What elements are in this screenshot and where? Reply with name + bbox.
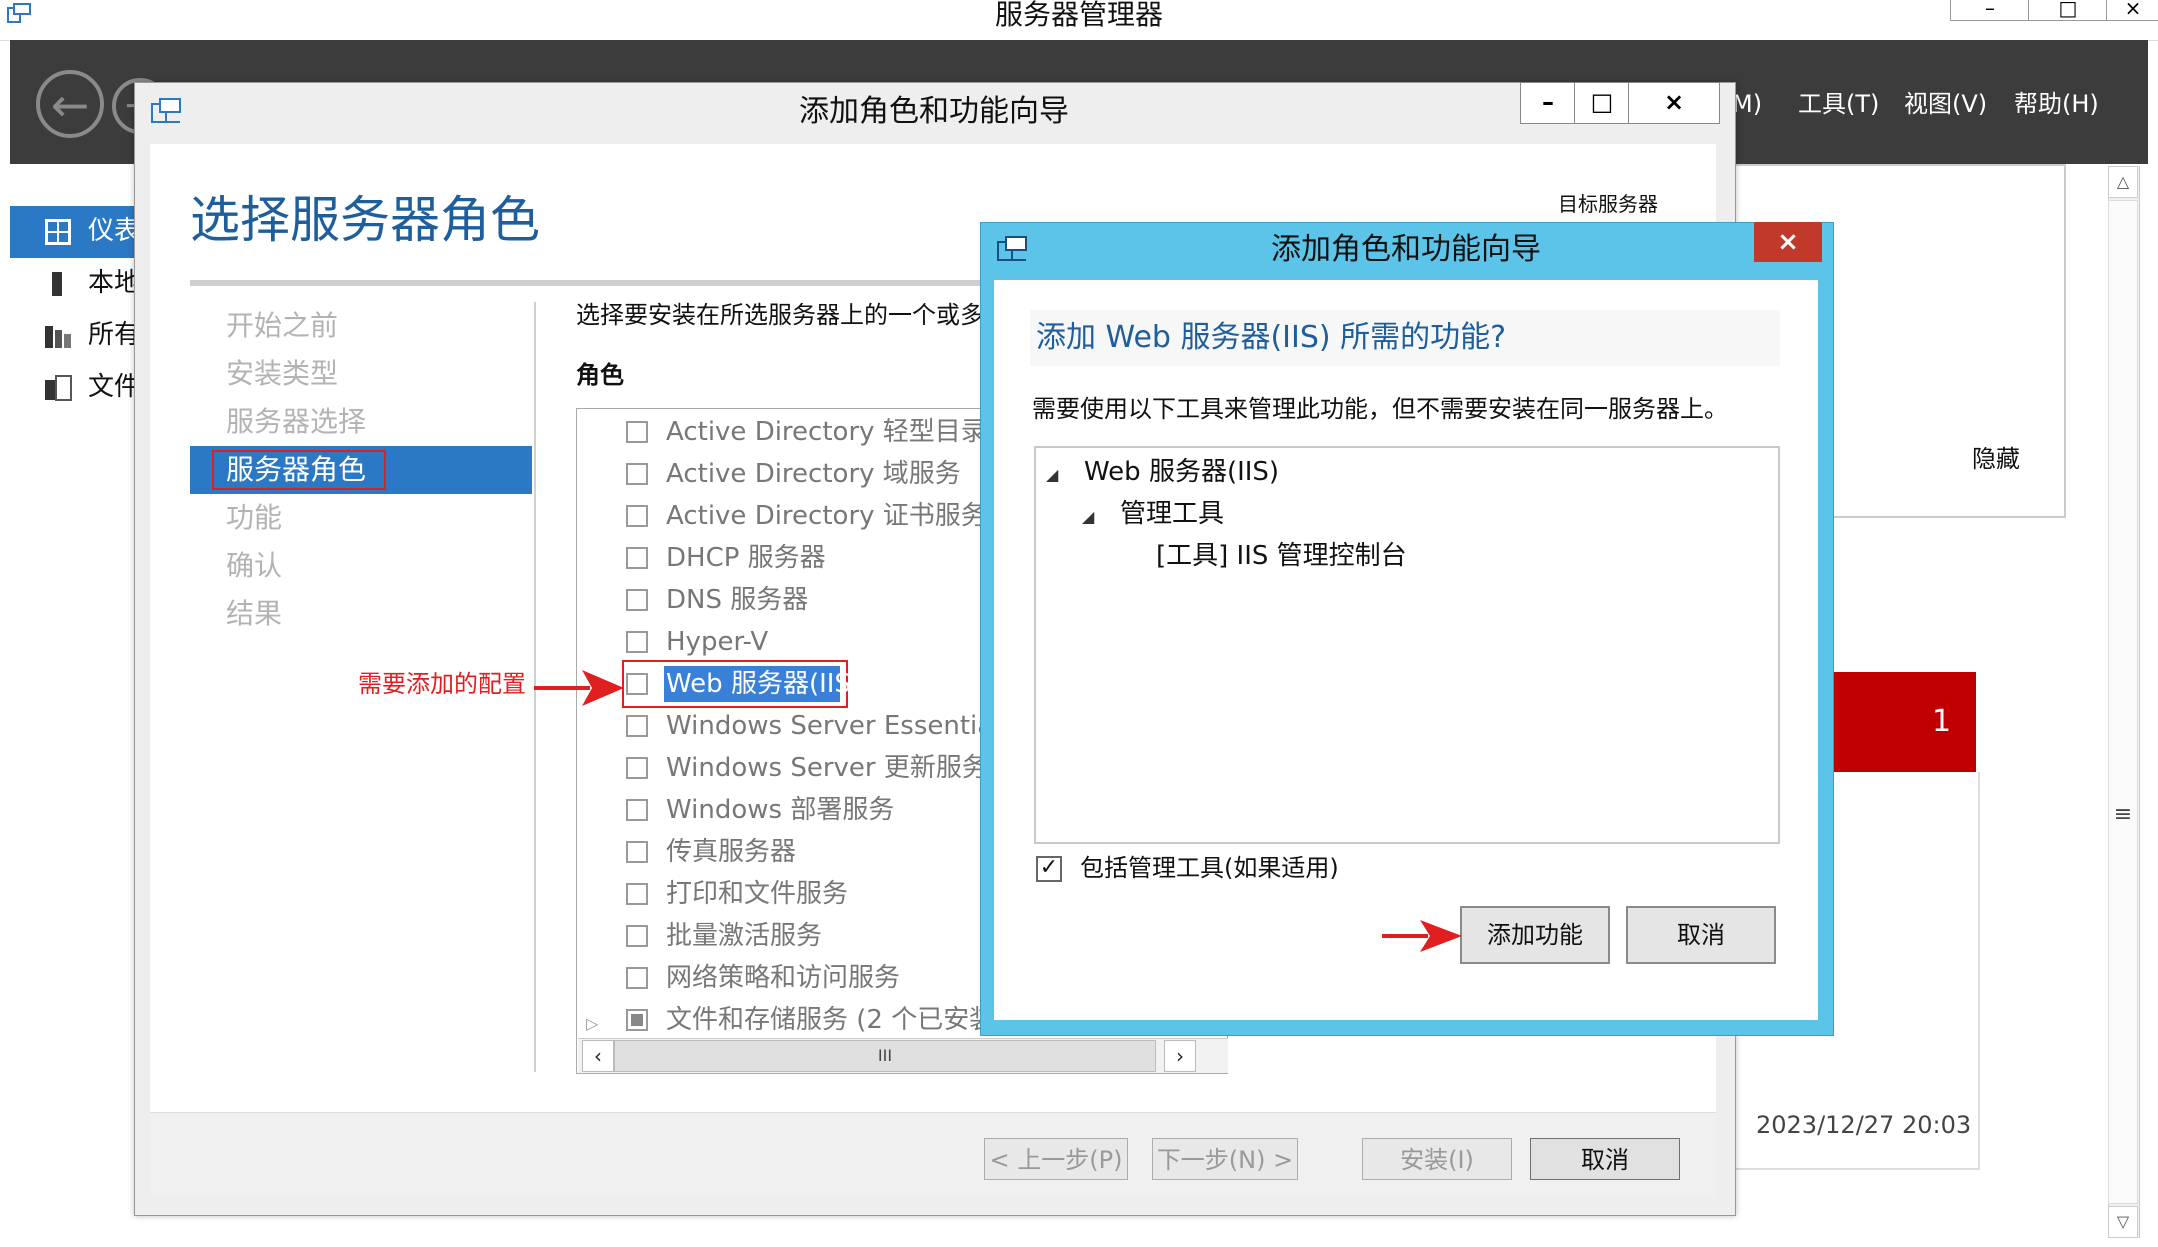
menu-tools[interactable]: 工具(T) xyxy=(1798,90,1879,118)
sidebar-item-dashboard[interactable]: 仪表 xyxy=(88,216,140,246)
role-list-item[interactable]: 批量激活服务 xyxy=(666,916,822,956)
all-servers-icon xyxy=(44,322,72,350)
tree-item-management-tools[interactable]: 管理工具 xyxy=(1120,494,1224,534)
step-confirmation[interactable]: 确认 xyxy=(226,546,282,586)
horizontal-scroll-thumb[interactable]: III xyxy=(614,1040,1156,1072)
role-list-item[interactable]: Hyper-V xyxy=(666,622,768,662)
role-checkbox[interactable] xyxy=(626,631,648,653)
role-checkbox[interactable] xyxy=(626,421,648,443)
scroll-up-arrow-icon[interactable]: △ xyxy=(2108,166,2138,198)
wizard-title: 添加角色和功能向导 xyxy=(799,94,1069,129)
dialog-heading: 添加 Web 服务器(IIS) 所需的功能? xyxy=(1036,320,1507,355)
wizard-maximize-button[interactable]: □ xyxy=(1574,82,1630,124)
role-list-item[interactable]: Windows Server Essentials 体 xyxy=(666,706,986,746)
wizard-close-button[interactable]: × xyxy=(1628,82,1720,124)
step-server-selection[interactable]: 服务器选择 xyxy=(226,402,366,442)
role-checkbox[interactable] xyxy=(626,715,648,737)
tree-expand-icon[interactable]: ◢ xyxy=(1046,452,1058,495)
role-checkbox[interactable] xyxy=(626,757,648,779)
dashboard-icon xyxy=(44,218,72,246)
role-list-item[interactable]: DHCP 服务器 xyxy=(666,538,826,578)
role-checkbox[interactable] xyxy=(626,505,648,527)
scroll-down-arrow-icon[interactable]: ▽ xyxy=(2108,1206,2138,1238)
file-services-icon xyxy=(44,374,72,402)
back-arrow-icon[interactable]: ← xyxy=(36,70,104,138)
tree-expand-icon[interactable]: ◢ xyxy=(1082,494,1094,537)
role-checkbox[interactable] xyxy=(626,547,648,569)
dialog-close-button[interactable]: × xyxy=(1754,222,1822,262)
menu-help[interactable]: 帮助(H) xyxy=(2014,90,2099,118)
scroll-thumb[interactable] xyxy=(2108,200,2138,1204)
alert-count-badge: 1 xyxy=(1932,704,1952,739)
wizard-minimize-button[interactable]: – xyxy=(1520,82,1576,124)
sidebar-item-local-server[interactable]: 本地 xyxy=(88,268,140,298)
role-list-item[interactable]: Active Directory 证书服务 xyxy=(666,496,986,536)
role-list-item[interactable]: Active Directory 域服务 xyxy=(666,454,961,494)
role-list-item[interactable]: Windows Server 更新服务 xyxy=(666,748,986,788)
role-checkbox[interactable] xyxy=(626,925,648,947)
scroll-left-arrow-icon[interactable]: ‹ xyxy=(582,1040,614,1072)
next-button[interactable]: 下一步(N) > xyxy=(1152,1138,1298,1180)
card-timestamp: 2023/12/27 20:03 xyxy=(1756,1111,1972,1139)
scroll-right-arrow-icon[interactable]: › xyxy=(1164,1040,1196,1072)
role-checkbox[interactable] xyxy=(626,589,648,611)
sidebar-item-file-services[interactable]: 文件 xyxy=(88,372,140,402)
dialog-title: 添加角色和功能向导 xyxy=(1271,232,1541,267)
install-button[interactable]: 安装(I) xyxy=(1362,1138,1512,1180)
step-installation-type[interactable]: 安装类型 xyxy=(226,354,338,394)
step-server-roles[interactable]: 服务器角色 xyxy=(226,450,366,490)
dialog-description: 需要使用以下工具来管理此功能，但不需要安装在同一服务器上。 xyxy=(1032,395,1728,423)
step-results[interactable]: 结果 xyxy=(226,594,282,634)
role-list-item[interactable]: Active Directory 轻型目录服务 xyxy=(666,412,986,452)
add-button-arrow-icon xyxy=(1378,916,1464,956)
destination-server-label: 目标服务器 xyxy=(1558,192,1658,216)
tree-item-iis-console[interactable]: [工具] IIS 管理控制台 xyxy=(1156,536,1407,576)
menu-view[interactable]: 视图(V) xyxy=(1904,90,1987,118)
sidebar-item-all-servers[interactable]: 所有 xyxy=(88,320,140,350)
add-features-button[interactable]: 添加功能 xyxy=(1460,906,1610,964)
role-checkbox[interactable] xyxy=(626,463,648,485)
role-list-item[interactable]: 传真服务器 xyxy=(666,832,796,872)
scroll-grip-icon: ≡ xyxy=(2113,802,2133,827)
role-list-item[interactable]: 网络策略和访问服务 xyxy=(666,958,900,998)
hide-link[interactable]: 隐藏 xyxy=(1972,444,2020,474)
wizard-cancel-button[interactable]: 取消 xyxy=(1530,1138,1680,1180)
annotation-note: 需要添加的配置 xyxy=(358,670,526,698)
role-checkbox[interactable] xyxy=(626,673,648,695)
sm-close-button[interactable]: × xyxy=(2106,0,2158,21)
include-tools-label: 包括管理工具(如果适用) xyxy=(1080,854,1339,882)
role-checkbox[interactable] xyxy=(626,841,648,863)
role-list-item[interactable]: Windows 部署服务 xyxy=(666,790,894,830)
role-list-item[interactable]: Web 服务器(IIS) xyxy=(666,664,861,704)
menu-manage-partial[interactable]: M) xyxy=(1732,90,1762,118)
step-features[interactable]: 功能 xyxy=(226,498,282,538)
role-checkbox[interactable] xyxy=(626,883,648,905)
local-server-icon xyxy=(44,270,72,298)
server-manager-title: 服务器管理器 xyxy=(994,0,1163,31)
sm-minimize-button[interactable]: – xyxy=(1950,0,2030,21)
step-before-you-begin[interactable]: 开始之前 xyxy=(226,306,338,346)
role-checkbox[interactable] xyxy=(626,967,648,989)
page-title: 选择服务器角色 xyxy=(190,191,540,249)
role-list-item[interactable]: DNS 服务器 xyxy=(666,580,808,620)
dialog-cancel-button[interactable]: 取消 xyxy=(1626,906,1776,964)
role-list-item[interactable]: 文件和存储服务 (2 个已安装，共 xyxy=(666,1000,986,1040)
role-checkbox[interactable] xyxy=(626,1009,648,1031)
tree-item-web-server[interactable]: Web 服务器(IIS) xyxy=(1084,452,1279,492)
role-list-item[interactable]: 打印和文件服务 xyxy=(666,874,848,914)
role-checkbox[interactable] xyxy=(626,799,648,821)
roles-description: 选择要安装在所选服务器上的一个或多 xyxy=(576,301,984,329)
previous-button[interactable]: < 上一步(P) xyxy=(984,1138,1128,1180)
annotation-arrow-icon xyxy=(530,668,626,708)
sm-maximize-button[interactable]: □ xyxy=(2028,0,2108,21)
roles-label: 角色 xyxy=(576,361,624,389)
include-tools-checkbox[interactable]: ✓ xyxy=(1036,856,1062,882)
